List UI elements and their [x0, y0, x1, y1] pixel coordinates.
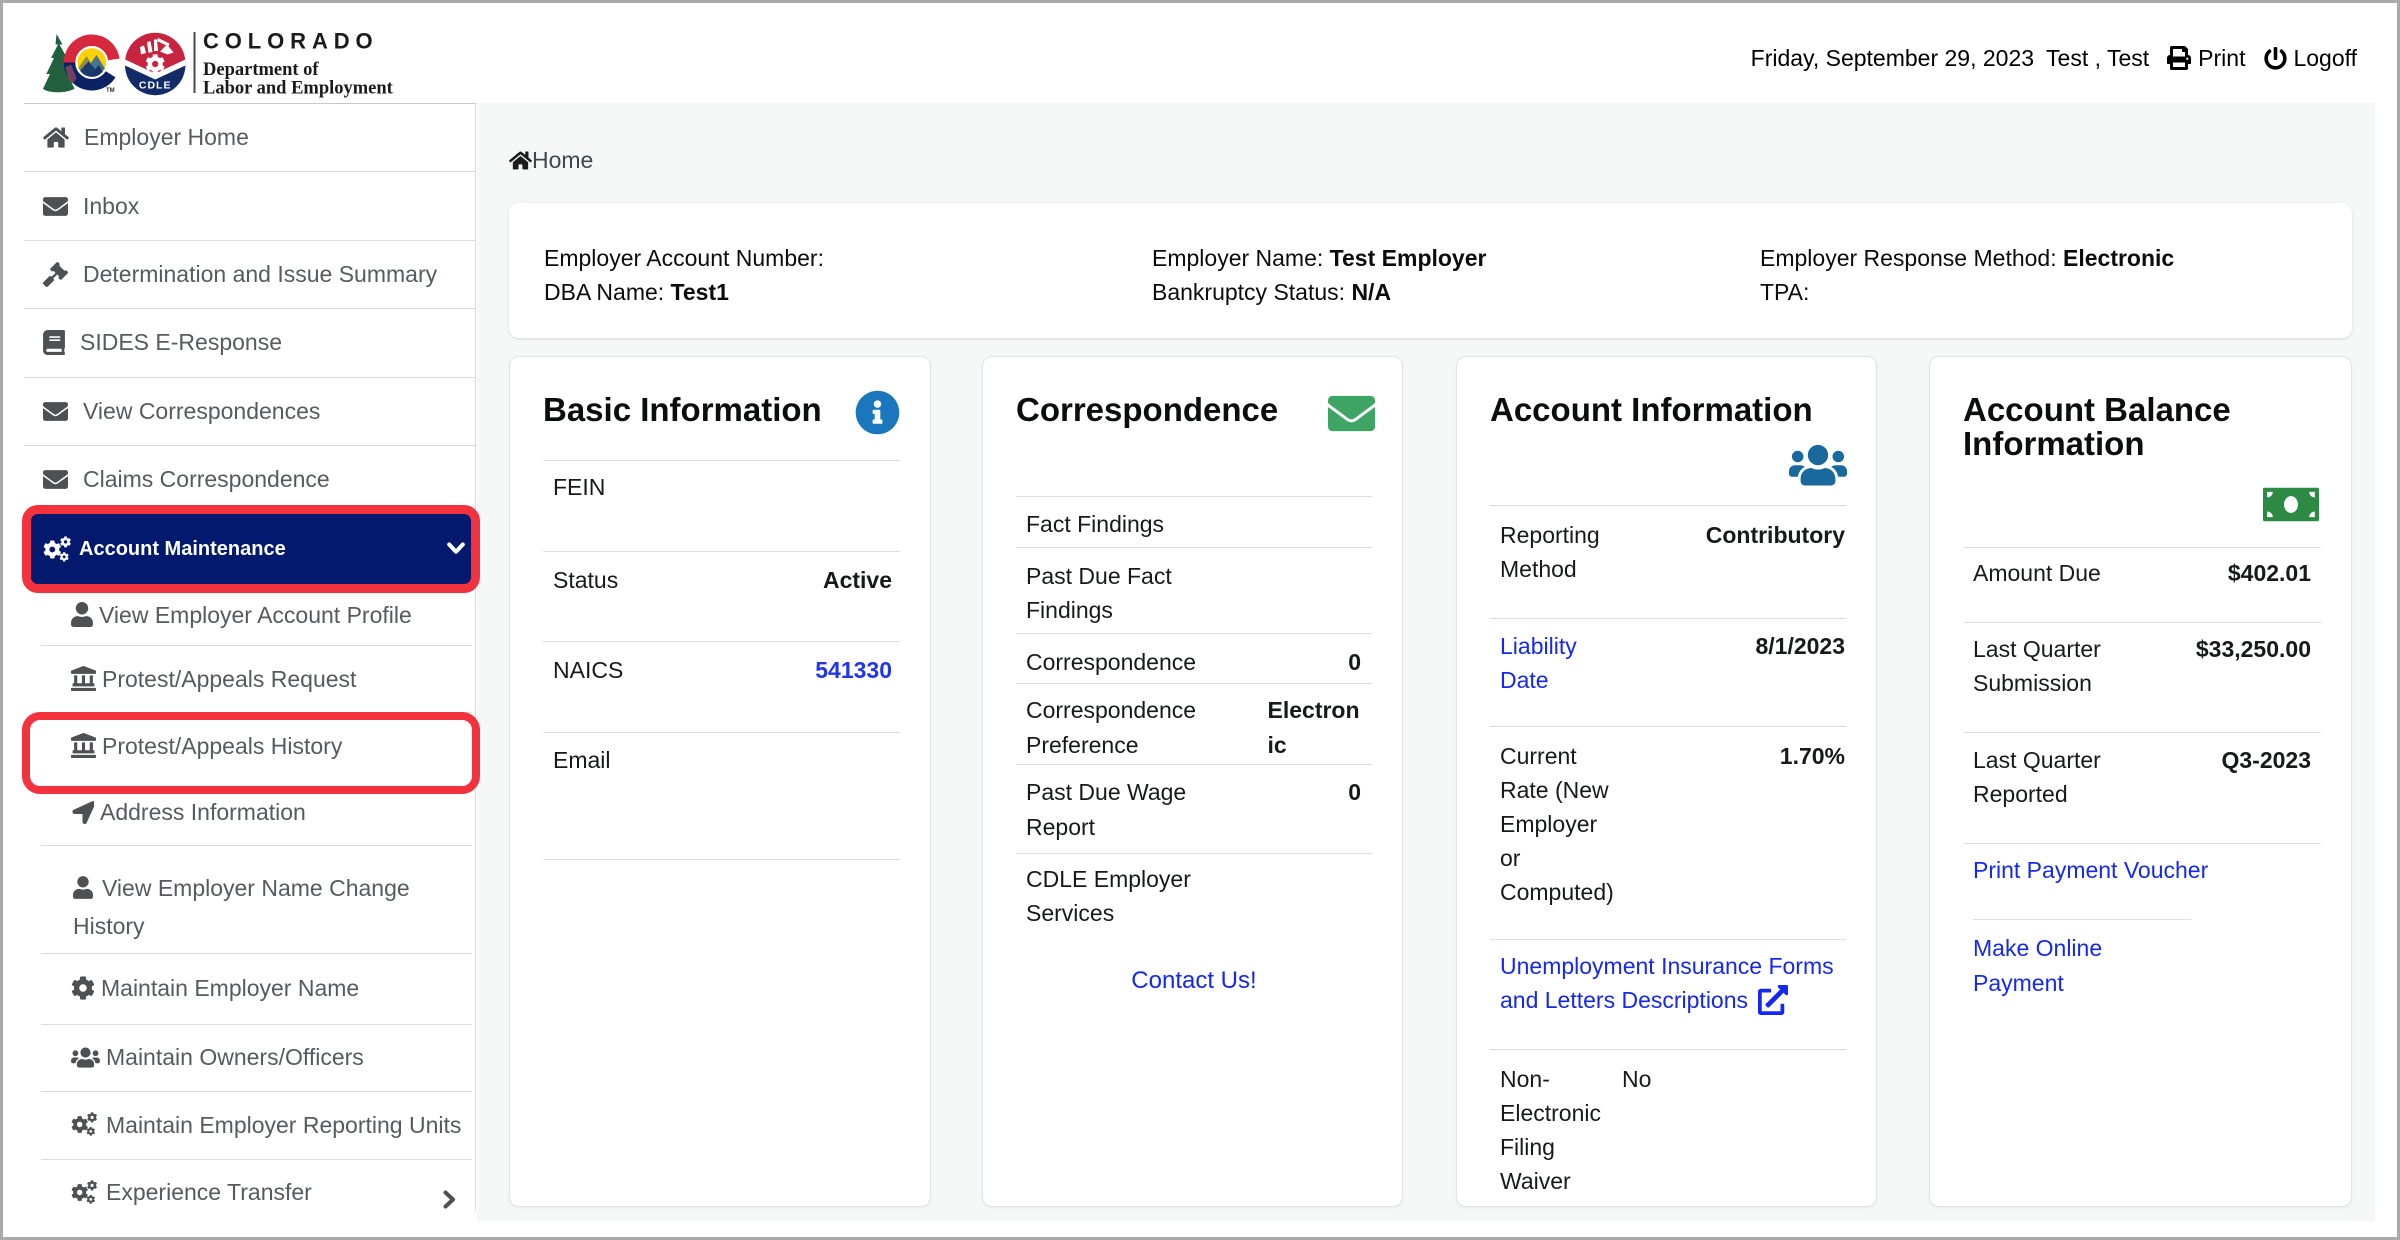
svg-text:COLORADO: COLORADO	[203, 28, 379, 53]
svg-text:CDLE: CDLE	[139, 80, 172, 92]
svg-text:Department of: Department of	[203, 60, 319, 80]
svg-text:TM: TM	[106, 88, 115, 94]
svg-text:Labor and Employment: Labor and Employment	[203, 78, 394, 98]
